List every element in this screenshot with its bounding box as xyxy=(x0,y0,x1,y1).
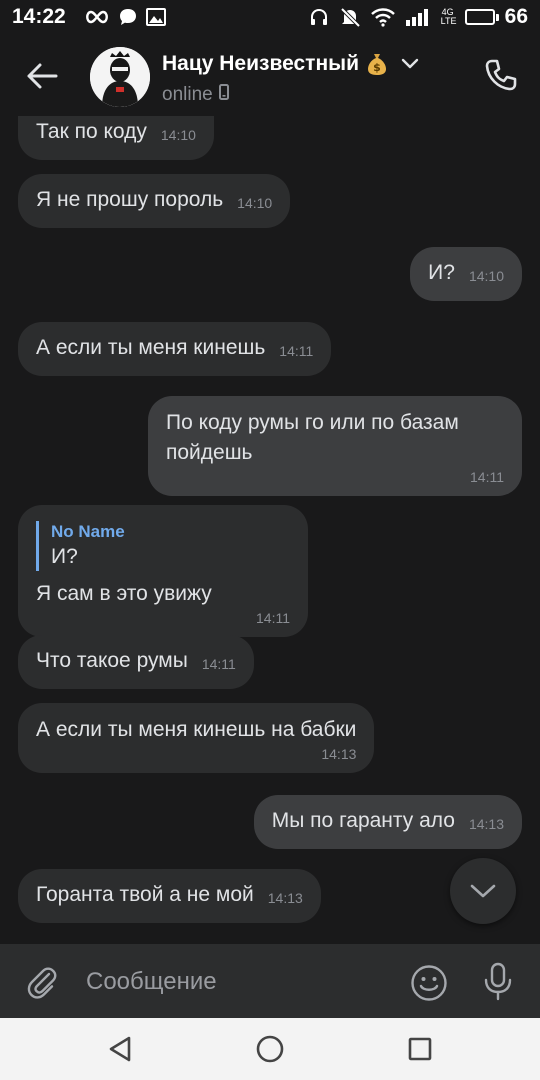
call-button[interactable] xyxy=(480,54,522,96)
message-time: 14:11 xyxy=(201,656,236,672)
message-text: Так по коду xyxy=(36,120,147,143)
network-type: 4G LTE xyxy=(440,7,457,26)
outgoing-message[interactable]: Мы по гаранту ало 14:13 xyxy=(253,795,522,849)
incoming-message[interactable]: А если ты меня кинешь 14:11 xyxy=(18,322,332,376)
peer-status: online xyxy=(162,84,229,106)
phone-icon xyxy=(485,59,517,91)
image-icon xyxy=(145,8,166,26)
message-time: 14:11 xyxy=(470,469,504,485)
incoming-message[interactable]: А если ты меня кинешь на бабки 14:13 xyxy=(18,703,375,773)
message-text: Горанта твой а не мой xyxy=(36,883,254,906)
chevron-down-icon xyxy=(470,884,496,898)
incoming-message[interactable]: No Name И? Я сам в это увижу 14:11 xyxy=(18,505,308,637)
message-time: 14:13 xyxy=(267,890,303,906)
message-time: 14:13 xyxy=(468,816,504,832)
message-text: А если ты меня кинешь xyxy=(36,336,266,359)
message-text: Я сам в это увижу xyxy=(36,582,212,605)
message-time: 14:10 xyxy=(468,268,504,284)
muted-bell-icon xyxy=(339,6,361,28)
message-time: 14:11 xyxy=(279,343,314,359)
message-text: А если ты меня кинешь на бабки xyxy=(36,718,357,741)
chat-screen: 14:22 4G LTE 66 Нацу Неизвестный $ onlin… xyxy=(0,0,540,1080)
system-navigation-bar xyxy=(0,1018,540,1080)
chat-header: Нацу Неизвестный $ online xyxy=(0,34,540,116)
peer-name-row[interactable]: Нацу Неизвестный $ xyxy=(162,52,419,76)
triangle-back-icon xyxy=(109,1036,131,1062)
back-button[interactable] xyxy=(22,56,62,96)
battery-icon: 66 xyxy=(464,5,528,29)
battery-level: 66 xyxy=(504,5,528,28)
message-text: пойдешь xyxy=(166,441,253,464)
reply-text: И? xyxy=(51,545,78,568)
money-bag-icon: $ xyxy=(367,52,387,76)
voice-message-button[interactable] xyxy=(478,960,518,1004)
message-text: И? xyxy=(428,261,455,284)
incoming-message[interactable]: Горанта твой а не мой 14:13 xyxy=(18,869,321,923)
message-time: 14:13 xyxy=(321,746,357,762)
nav-home-button[interactable] xyxy=(253,1032,287,1066)
paperclip-icon xyxy=(27,967,57,999)
arrow-left-icon xyxy=(27,63,58,89)
emoji-button[interactable] xyxy=(408,962,450,1004)
message-text: Мы по гаранту ало xyxy=(271,809,455,832)
message-time: 14:10 xyxy=(160,127,196,143)
incoming-message[interactable]: Что такое румы 14:11 xyxy=(18,635,254,689)
message-text: По коду румы го или по базам xyxy=(166,411,459,434)
reply-quote[interactable]: No Name И? xyxy=(36,521,290,571)
attach-button[interactable] xyxy=(22,962,62,1002)
infinity-icon xyxy=(84,10,110,24)
message-time: 14:10 xyxy=(237,195,273,211)
signal-icon xyxy=(405,8,431,26)
outgoing-message[interactable]: По коду румы го или по базам пойдешь 14:11 xyxy=(148,396,522,496)
microphone-icon xyxy=(484,962,512,1001)
smiley-icon xyxy=(411,965,447,1001)
incoming-message[interactable]: Я не прошу пороль 14:10 xyxy=(18,174,291,228)
chevron-down-icon[interactable] xyxy=(401,58,419,70)
nav-recents-button[interactable] xyxy=(403,1032,437,1066)
svg-text:$: $ xyxy=(373,61,381,74)
wifi-icon xyxy=(370,7,395,27)
nav-back-button[interactable] xyxy=(103,1032,137,1066)
status-time: 14:22 xyxy=(12,5,66,28)
status-bar: 14:22 4G LTE 66 xyxy=(0,0,540,34)
chat-bubble-icon xyxy=(118,7,138,27)
circle-home-icon xyxy=(256,1035,284,1063)
square-recents-icon xyxy=(408,1037,432,1061)
message-text: Что такое румы xyxy=(36,649,188,672)
mobile-phone-icon xyxy=(218,84,229,106)
outgoing-message[interactable]: И? 14:10 xyxy=(410,247,522,301)
message-list[interactable]: Так по коду 14:10 Я не прошу пороль 14:10 И?… xyxy=(0,116,540,944)
avatar[interactable] xyxy=(90,47,150,107)
message-text: Я не прошу пороль xyxy=(36,188,224,211)
message-input[interactable] xyxy=(86,964,386,1000)
headphones-icon xyxy=(309,7,329,27)
message-time: 14:11 xyxy=(256,610,290,626)
reply-author: No Name xyxy=(51,522,125,541)
scroll-down-button[interactable] xyxy=(450,858,516,924)
message-composer xyxy=(0,944,540,1018)
incoming-message[interactable]: Так по коду 14:10 xyxy=(18,116,214,160)
peer-name: Нацу Неизвестный xyxy=(162,52,359,75)
